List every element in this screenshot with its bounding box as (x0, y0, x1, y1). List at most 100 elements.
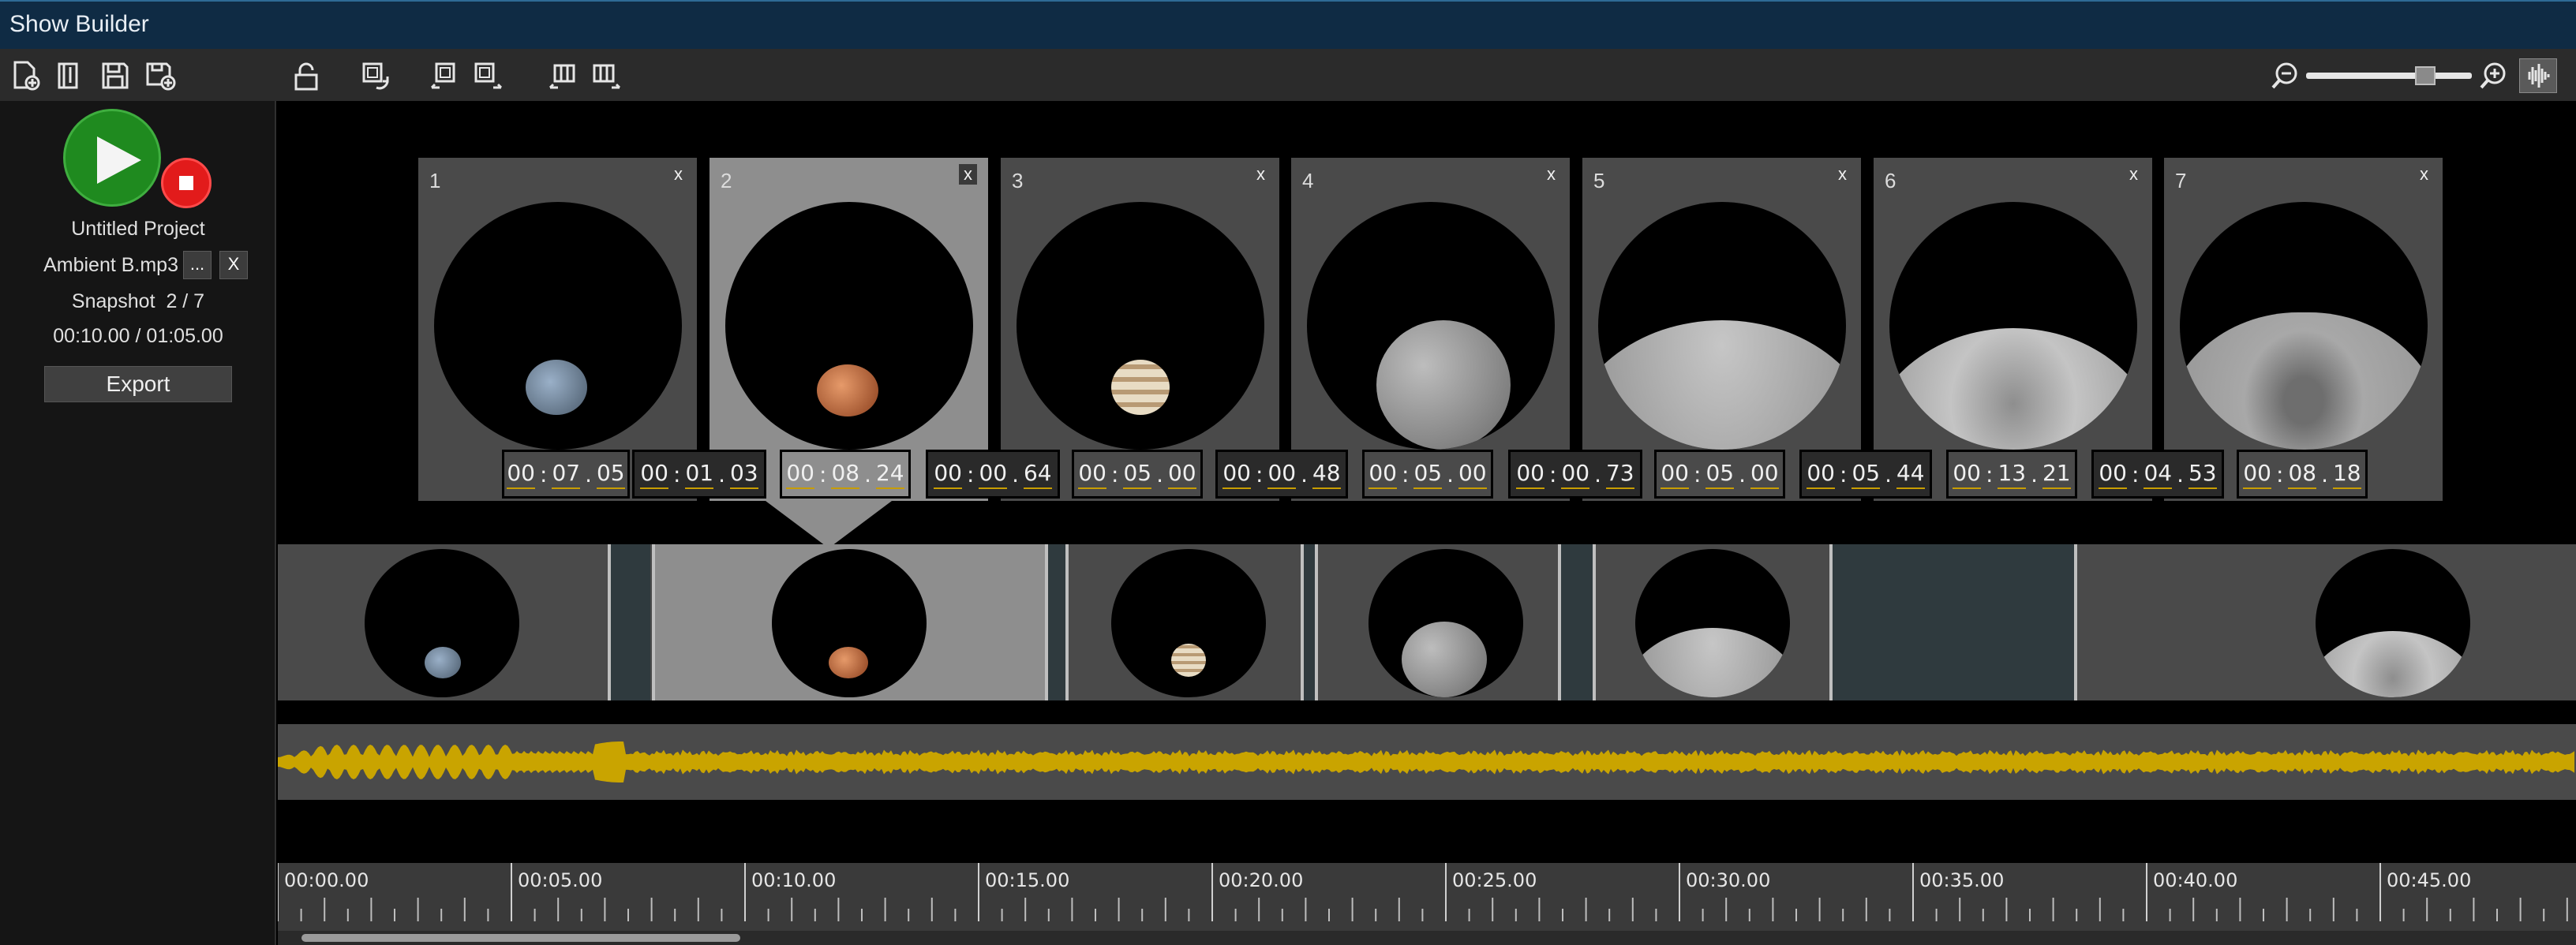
duration-seconds[interactable]: 18 (2332, 460, 2361, 489)
duration-field[interactable]: 00:13. 21 (1946, 450, 2077, 499)
duration-minutes[interactable]: 05 (1413, 460, 1443, 489)
duration-field[interactable]: 00:00. 73 (1508, 450, 1642, 499)
duration-field[interactable]: 00:08. 24 (780, 450, 911, 499)
duration-hours[interactable]: 00 (1953, 460, 1981, 489)
browse-audio-button[interactable]: ... (183, 251, 212, 279)
column-left-icon[interactable] (545, 58, 582, 93)
duration-seconds[interactable]: 24 (875, 460, 904, 489)
transition-segment[interactable] (1833, 544, 2074, 700)
duration-field[interactable]: 00:08. 18 (2237, 450, 2368, 499)
snapshot-number: 4 (1302, 169, 1314, 192)
open-project-icon[interactable] (51, 58, 88, 93)
segment-divider[interactable] (1045, 544, 1048, 700)
duration-hours[interactable]: 00 (1661, 460, 1689, 489)
duration-seconds[interactable]: 73 (1605, 460, 1634, 489)
remove-audio-button[interactable]: X (219, 251, 248, 279)
segment-divider[interactable] (1065, 544, 1069, 700)
duration-field[interactable]: 00:05. 00 (1362, 450, 1493, 499)
duration-field[interactable]: 00:05. 00 (1072, 450, 1203, 499)
duration-field[interactable]: 00:05. 44 (1799, 450, 1932, 499)
lock-icon[interactable] (287, 58, 325, 93)
snapshot-close-button[interactable]: x (1256, 164, 1265, 185)
save-as-icon[interactable] (142, 58, 180, 93)
scrollbar-thumb[interactable] (301, 934, 740, 942)
duration-seconds[interactable]: 53 (2188, 460, 2217, 489)
horizontal-scrollbar[interactable] (278, 931, 2576, 945)
snapshot-refresh-icon[interactable] (357, 58, 395, 93)
duration-minutes[interactable]: 04 (2144, 460, 2173, 489)
zoom-in-icon[interactable] (2475, 58, 2513, 93)
duration-separator: . (1739, 461, 1746, 487)
duration-hours[interactable]: 00 (1078, 460, 1106, 489)
duration-field[interactable]: 00:00. 64 (926, 450, 1060, 499)
segment-divider[interactable] (1315, 544, 1318, 700)
duration-hours[interactable]: 00 (1368, 460, 1397, 489)
transition-segment[interactable] (1304, 544, 1315, 700)
transition-segment[interactable] (1561, 544, 1593, 700)
segment-divider[interactable] (1593, 544, 1596, 700)
duration-minutes[interactable]: 08 (831, 460, 860, 489)
transition-segment[interactable] (1048, 544, 1065, 700)
zoom-fit-right-icon[interactable] (469, 58, 507, 93)
export-button[interactable]: Export (44, 366, 232, 402)
duration-minutes[interactable]: 00 (1267, 460, 1297, 489)
zoom-slider-thumb[interactable] (2415, 66, 2436, 85)
zoom-slider[interactable] (2306, 66, 2472, 85)
duration-seconds[interactable]: 48 (1312, 460, 1341, 489)
zoom-out-icon[interactable] (2267, 58, 2305, 93)
column-right-icon[interactable] (587, 58, 625, 93)
save-icon[interactable] (96, 58, 134, 93)
duration-hours[interactable]: 00 (786, 460, 814, 489)
duration-minutes[interactable]: 00 (1561, 460, 1590, 489)
new-project-icon[interactable] (6, 58, 44, 93)
snapshot-close-button[interactable]: x (1547, 164, 1556, 185)
duration-seconds[interactable]: 00 (1458, 460, 1487, 489)
duration-hours[interactable]: 00 (2099, 460, 2127, 489)
duration-hours[interactable]: 00 (640, 460, 668, 489)
duration-hours[interactable]: 00 (1516, 460, 1544, 489)
duration-seconds[interactable]: 44 (1896, 460, 1925, 489)
snapshot-close-button[interactable]: x (674, 164, 683, 185)
snapshot-close-button[interactable]: x (2420, 164, 2428, 185)
waveform-toggle-icon[interactable] (2519, 58, 2557, 93)
duration-hours[interactable]: 00 (1222, 460, 1251, 489)
segment-divider[interactable] (652, 544, 655, 700)
duration-minutes[interactable]: 01 (685, 460, 714, 489)
segment-divider[interactable] (1558, 544, 1561, 700)
duration-hours[interactable]: 00 (1807, 460, 1835, 489)
duration-minutes[interactable]: 05 (1123, 460, 1152, 489)
duration-seconds[interactable]: 03 (729, 460, 758, 489)
snapshot-close-button[interactable]: x (959, 164, 977, 185)
duration-field[interactable]: 00:07. 05 (502, 450, 630, 499)
segment-divider[interactable] (1301, 544, 1304, 700)
duration-minutes[interactable]: 08 (2288, 460, 2317, 489)
audio-waveform[interactable] (278, 724, 2576, 800)
stop-button[interactable] (161, 158, 212, 208)
duration-seconds[interactable]: 05 (596, 460, 625, 489)
duration-field[interactable]: 00:00. 48 (1215, 450, 1348, 499)
duration-seconds[interactable]: 00 (1167, 460, 1196, 489)
duration-minutes[interactable]: 00 (979, 460, 1008, 489)
duration-field[interactable]: 00:01. 03 (632, 450, 766, 499)
duration-minutes[interactable]: 05 (1852, 460, 1881, 489)
segment-divider[interactable] (2074, 544, 2077, 700)
duration-hours[interactable]: 00 (507, 460, 535, 489)
transition-segment[interactable] (609, 544, 650, 700)
duration-minutes[interactable]: 07 (552, 460, 581, 489)
duration-minutes[interactable]: 13 (1998, 460, 2027, 489)
duration-field[interactable]: 00:05. 00 (1654, 450, 1785, 499)
duration-seconds[interactable]: 21 (2042, 460, 2071, 489)
snapshot-close-button[interactable]: x (2129, 164, 2138, 185)
segment-divider[interactable] (1829, 544, 1833, 700)
duration-seconds[interactable]: 00 (1750, 460, 1779, 489)
duration-hours[interactable]: 00 (2243, 460, 2271, 489)
duration-hours[interactable]: 00 (934, 460, 962, 489)
play-button[interactable] (63, 109, 161, 207)
duration-minutes[interactable]: 05 (1705, 460, 1735, 489)
duration-field[interactable]: 00:04. 53 (2091, 450, 2224, 499)
time-ruler[interactable]: 00:00.00 00:05.00 00:10.00 00:15.00 00:20.00… (278, 863, 2576, 934)
duration-seconds[interactable]: 64 (1023, 460, 1052, 489)
segment-divider[interactable] (608, 544, 611, 700)
zoom-fit-left-icon[interactable] (426, 58, 464, 93)
snapshot-close-button[interactable]: x (1838, 164, 1847, 185)
